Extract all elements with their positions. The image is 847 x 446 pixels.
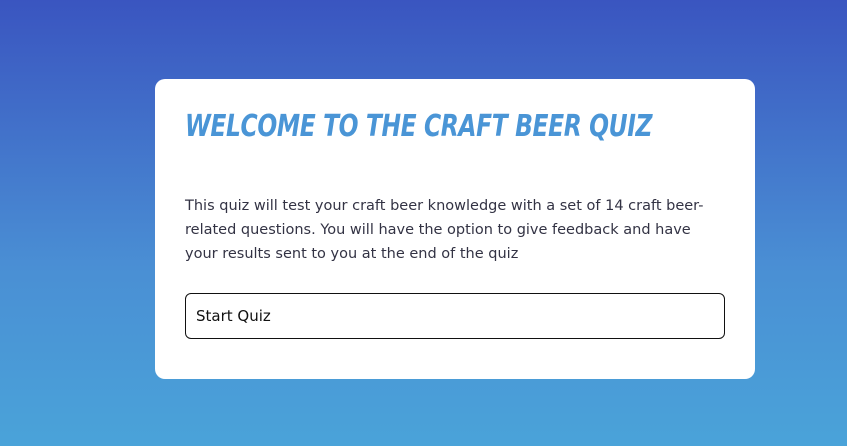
welcome-card: Welcome to the Craft Beer Quiz This quiz… [155, 79, 755, 379]
quiz-description: This quiz will test your craft beer know… [185, 198, 704, 262]
start-quiz-button[interactable]: Start Quiz [185, 293, 725, 339]
page-background: { "quiz": { "title": "Welcome to the Cra… [0, 0, 847, 446]
page-title: Welcome to the Craft Beer Quiz [185, 109, 653, 144]
